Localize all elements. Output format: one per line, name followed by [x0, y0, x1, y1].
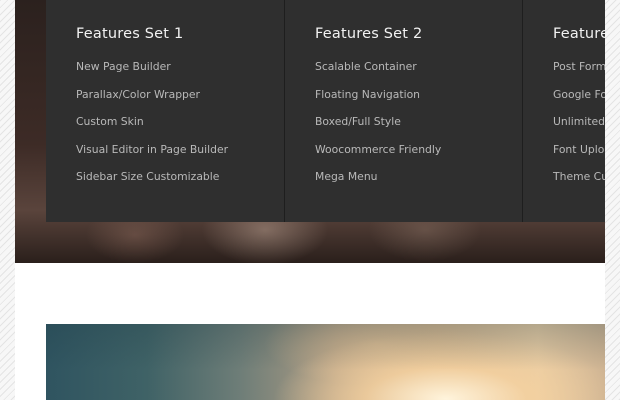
menu-column-features-set-1: Features Set 1 New Page Builder Parallax… — [46, 0, 285, 222]
menu-item-mega-menu[interactable]: Mega Menu — [315, 170, 522, 198]
menu-item-unlimited[interactable]: Unlimited — [553, 115, 605, 143]
menu-item-woocommerce-friendly[interactable]: Woocommerce Friendly — [315, 143, 522, 171]
menu-column-title: Features Set 2 — [315, 26, 423, 42]
menu-column-features-set-2: Features Set 2 Scalable Container Floati… — [285, 0, 523, 222]
menu-item-parallax-color-wrapper[interactable]: Parallax/Color Wrapper — [76, 88, 284, 116]
menu-list: Scalable Container Floating Navigation B… — [315, 60, 522, 198]
menu-item-visual-editor[interactable]: Visual Editor in Page Builder — [76, 143, 284, 171]
menu-list: Post Form Google Fo Unlimited Font Uplo … — [553, 60, 605, 198]
menu-column-title: Feature — [553, 26, 605, 42]
menu-column-title: Features Set 1 — [76, 26, 184, 42]
menu-item-sidebar-size[interactable]: Sidebar Size Customizable — [76, 170, 284, 198]
menu-item-boxed-full-style[interactable]: Boxed/Full Style — [315, 115, 522, 143]
menu-item-theme-customizer[interactable]: Theme Cu — [553, 170, 605, 198]
menu-list: New Page Builder Parallax/Color Wrapper … — [76, 60, 284, 198]
menu-column-features-set-3: Feature Post Form Google Fo Unlimited Fo… — [523, 0, 605, 222]
menu-item-post-format[interactable]: Post Form — [553, 60, 605, 88]
menu-item-google-fonts[interactable]: Google Fo — [553, 88, 605, 116]
mega-menu-dropdown: Features Set 1 New Page Builder Parallax… — [46, 0, 605, 222]
menu-item-custom-skin[interactable]: Custom Skin — [76, 115, 284, 143]
menu-item-new-page-builder[interactable]: New Page Builder — [76, 60, 284, 88]
menu-item-scalable-container[interactable]: Scalable Container — [315, 60, 522, 88]
sky-banner-image — [46, 324, 605, 400]
menu-item-floating-navigation[interactable]: Floating Navigation — [315, 88, 522, 116]
menu-item-font-upload[interactable]: Font Uplo — [553, 143, 605, 171]
hero-background-image: Features Set 1 New Page Builder Parallax… — [15, 0, 605, 263]
